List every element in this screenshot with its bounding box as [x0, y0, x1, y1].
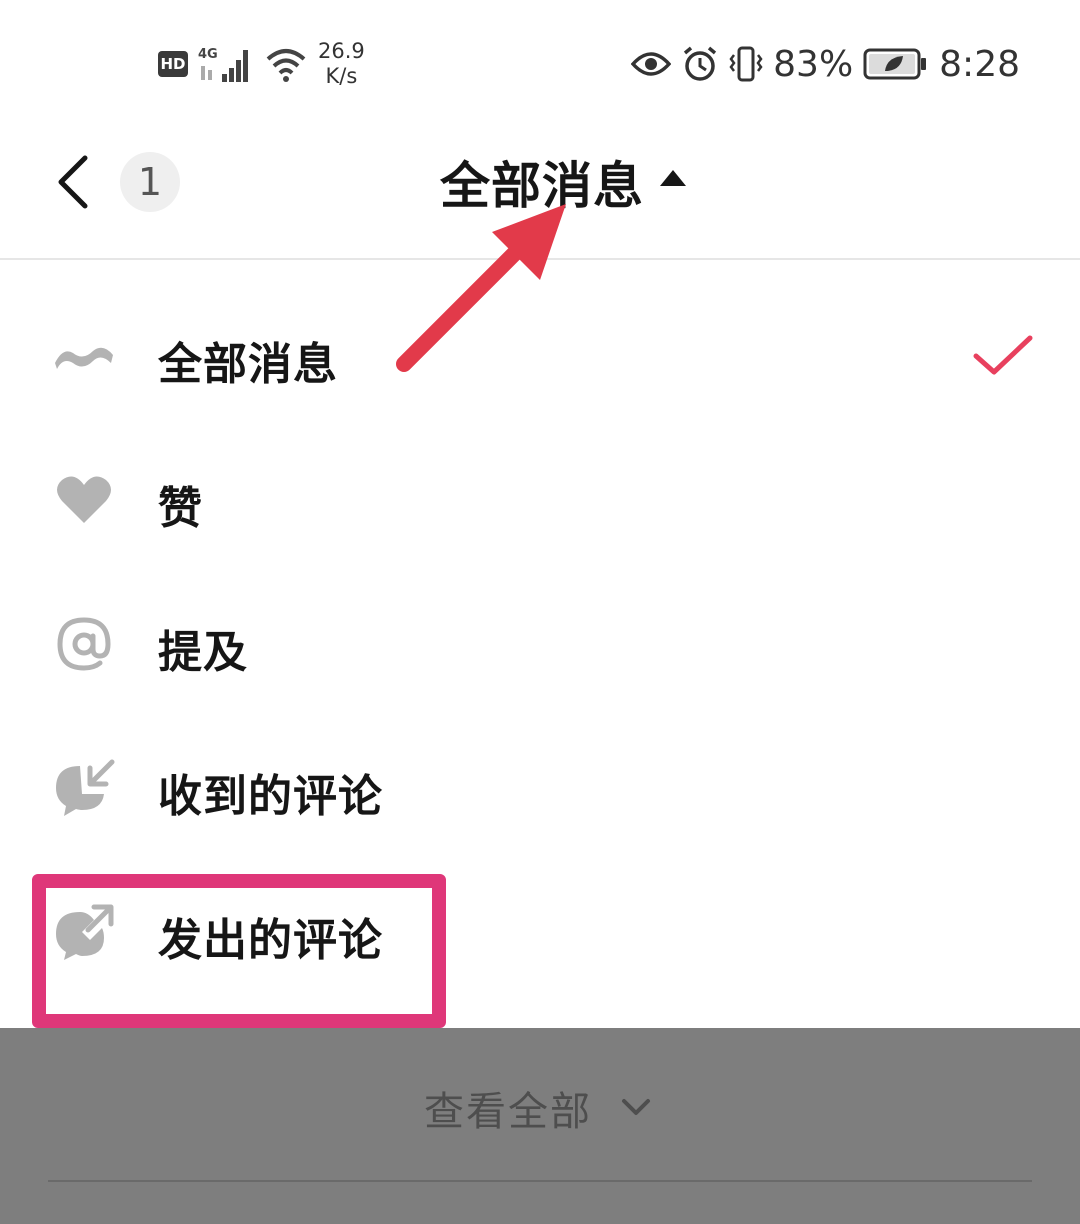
checkmark-icon — [973, 335, 1033, 375]
screen: HD 4G 26.9 K/s 83% 8:28 1 全部消息 全部消息 赞 提及… — [0, 0, 1080, 1224]
signal-4g-icon: 4G — [198, 47, 248, 82]
chevron-left-icon — [58, 155, 88, 209]
alarm-icon — [684, 46, 717, 81]
bottom-divider — [48, 1180, 1032, 1182]
at-icon — [52, 612, 116, 676]
wifi-icon — [266, 49, 306, 82]
caret-up-icon — [660, 170, 686, 186]
menu-item-mentions[interactable]: 提及 — [0, 574, 1080, 718]
menu-item-likes[interactable]: 赞 — [0, 430, 1080, 574]
annotation-highlight-box — [32, 874, 446, 1028]
view-all-label: 查看全部 — [424, 1089, 592, 1135]
status-right: 83% 8:28 — [631, 38, 1020, 90]
clock: 8:28 — [939, 43, 1020, 85]
view-all-button[interactable]: 查看全部 — [424, 1080, 652, 1136]
chevron-down-icon — [622, 1099, 650, 1115]
battery-percentage: 83% — [773, 43, 854, 85]
vibrate-icon — [729, 46, 763, 82]
menu-item-label: 收到的评论 — [158, 771, 383, 822]
menu-item-label: 全部消息 — [158, 339, 338, 390]
network-speed: 26.9 K/s — [318, 39, 365, 89]
eye-icon — [631, 52, 672, 76]
menu-item-received-comments[interactable]: 收到的评论 — [0, 718, 1080, 862]
svg-text:4G: 4G — [198, 47, 218, 62]
comment-received-icon — [52, 756, 116, 820]
battery-icon — [863, 48, 927, 80]
menu-item-label: 赞 — [158, 483, 203, 534]
network-speed-unit: K/s — [325, 64, 358, 88]
annotation-arrow — [396, 204, 566, 372]
heart-icon — [52, 468, 116, 532]
status-left: HD 4G 26.9 K/s — [158, 36, 365, 92]
wave-icon — [52, 324, 116, 388]
unread-count-badge: 1 — [120, 152, 180, 212]
back-button[interactable] — [48, 150, 98, 214]
network-speed-value: 26.9 — [318, 39, 365, 63]
status-bar: HD 4G 26.9 K/s 83% 8:28 — [0, 0, 1080, 120]
hd-badge: HD — [158, 51, 188, 77]
menu-item-label: 提及 — [158, 627, 248, 678]
